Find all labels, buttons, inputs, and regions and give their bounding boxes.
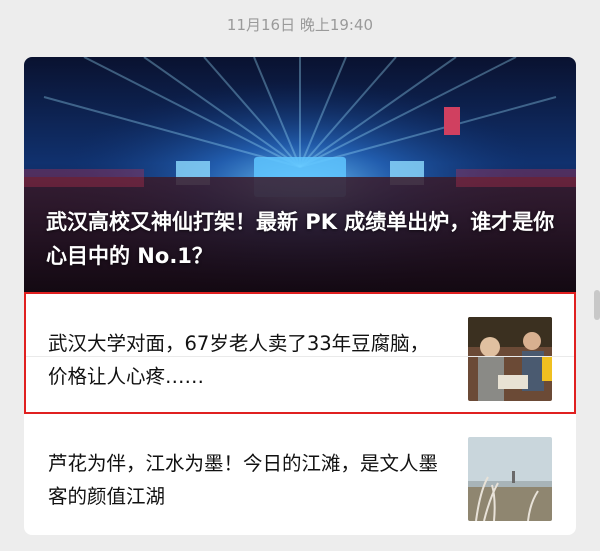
article-card: 武汉高校又神仙打架！最新 PK 成绩单出炉，谁才是你心目中的 No.1？ 武汉大… xyxy=(24,57,576,535)
message-timestamp: 11月16日 晚上19:40 xyxy=(226,16,374,34)
article-item-riverside[interactable]: 芦花为伴，江水为墨！今日的江滩，是文人墨客的颜值江湖 xyxy=(24,413,576,531)
article-thumbnail xyxy=(468,317,552,401)
article-title: 芦花为伴，江水为墨！今日的江滩，是文人墨客的颜值江湖 xyxy=(48,452,439,508)
article-item-tofu[interactable]: 武汉大学对面，67岁老人卖了33年豆腐脑，价格让人心疼…… xyxy=(24,293,576,411)
article-thumbnail xyxy=(468,437,552,521)
article-divider xyxy=(24,356,576,357)
hero-title: 武汉高校又神仙打架！最新 PK 成绩单出炉，谁才是你心目中的 No.1？ xyxy=(46,210,555,268)
article-title: 武汉大学对面，67岁老人卖了33年豆腐脑，价格让人心疼…… xyxy=(48,332,430,388)
hero-article[interactable]: 武汉高校又神仙打架！最新 PK 成绩单出炉，谁才是你心目中的 No.1？ xyxy=(24,57,576,293)
scrollbar[interactable] xyxy=(594,290,600,320)
